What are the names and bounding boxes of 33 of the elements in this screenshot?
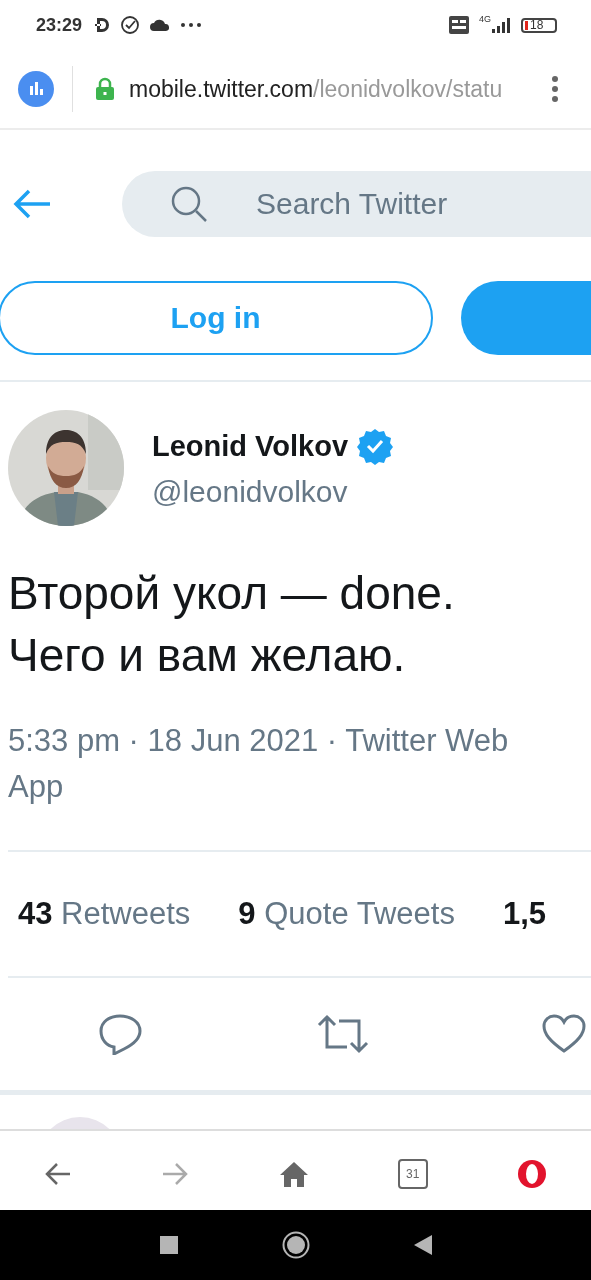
battery-indicator: 18 [521,17,557,33]
url-text[interactable]: mobile.twitter.com/leonidvolkov/statu [129,75,537,103]
lock-icon [95,77,115,101]
search-icon [170,185,208,223]
tabs-button[interactable]: 31 [397,1159,428,1189]
clock-time: 23:29 [36,14,83,36]
home-icon[interactable] [278,1161,309,1187]
signal-icon [491,17,511,33]
username[interactable]: @leonidvolkov [152,475,395,509]
search-field[interactable]: Search Twitter [122,171,591,237]
cloud-icon [150,18,171,32]
bar-chart-icon[interactable] [18,71,54,107]
display-name[interactable]: Leonid Volkov [152,429,349,463]
opera-logo-icon[interactable] [517,1159,547,1189]
d-logo-icon [94,16,111,34]
back-triangle-icon[interactable] [413,1235,432,1255]
stat-count[interactable]: 9 Quote Tweets [238,896,455,932]
reply-icon[interactable] [98,1013,144,1055]
more-icon [180,22,203,28]
back-arrow-icon[interactable] [12,188,52,220]
home-circle-icon[interactable] [281,1231,310,1259]
tweet-text: Второй укол — done. Чего и вам желаю. [8,566,456,683]
check-circle-icon [120,15,141,35]
tweet-timestamp[interactable]: 5:33 pm · 18 Jun 2021 · Twitter Web App [8,718,568,810]
network-type: 4G [479,14,491,24]
stat-count[interactable]: 1,5 [502,896,546,932]
recents-icon[interactable] [159,1236,178,1254]
back-icon[interactable] [44,1162,72,1186]
heart-icon[interactable] [542,1014,586,1054]
stat-count[interactable]: 43 Retweets [18,896,191,932]
retweet-icon[interactable] [316,1014,370,1054]
kebab-menu-icon[interactable] [551,76,559,102]
search-input[interactable]: Search Twitter [254,186,558,222]
